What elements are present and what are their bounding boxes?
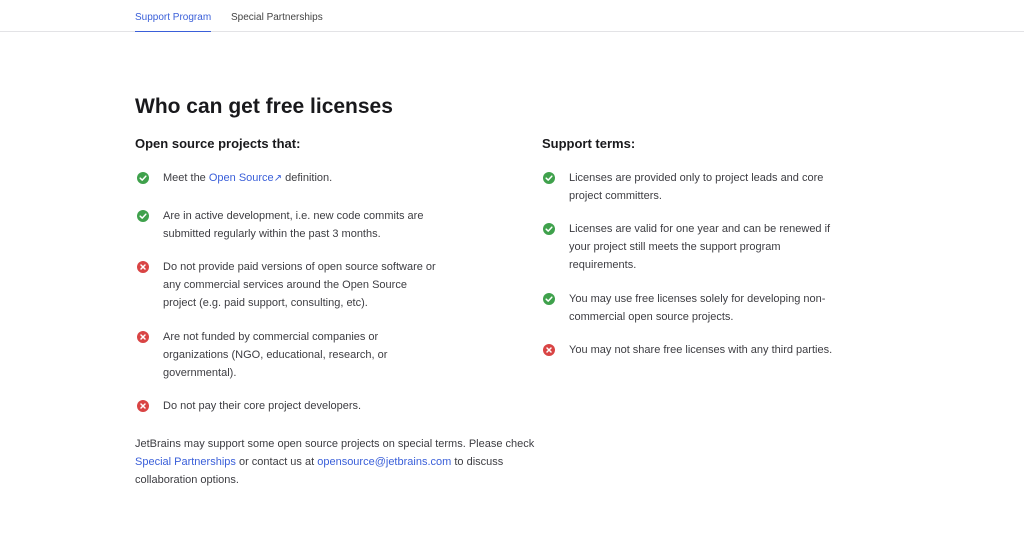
- check-circle-icon: [137, 210, 149, 222]
- list-item-text: Licenses are valid for one year and can …: [569, 223, 831, 271]
- check-circle-icon: [543, 293, 555, 305]
- list-item-text: Are not funded by commercial companies o…: [163, 331, 388, 379]
- email-link[interactable]: opensource@jetbrains.com: [317, 456, 451, 468]
- cross-circle-icon: [137, 261, 149, 273]
- list-item-text: Licenses are provided only to project le…: [569, 172, 824, 202]
- open-source-link[interactable]: Open Source↗: [209, 172, 282, 184]
- special-terms-note: JetBrains may support some open source p…: [135, 438, 535, 486]
- list-item-text: You may use free licenses solely for dev…: [569, 293, 826, 323]
- special-partnerships-link[interactable]: Special Partnerships: [135, 456, 236, 468]
- page-title: Who can get free licenses: [135, 95, 393, 118]
- list-item-text: You may not share free licenses with any…: [569, 344, 833, 356]
- list-item-text: Are in active development, i.e. new code…: [163, 210, 424, 240]
- cross-circle-icon: [137, 400, 149, 412]
- cross-circle-icon: [137, 331, 149, 343]
- external-link-icon: ↗: [273, 173, 283, 184]
- check-circle-icon: [543, 172, 555, 184]
- list-item-text: Do not pay their core project developers…: [163, 400, 362, 412]
- check-circle-icon: [543, 223, 555, 235]
- check-circle-icon: [137, 172, 149, 184]
- tab-special-partnerships[interactable]: Special Partnerships: [231, 11, 323, 25]
- list-item-text: Meet the Open Source↗ definition.: [163, 169, 332, 188]
- list-item-text: Do not provide paid versions of open sou…: [163, 261, 436, 309]
- open-source-heading: Open source projects that:: [135, 136, 301, 151]
- tab-support-program[interactable]: Support Program: [135, 11, 212, 32]
- cross-circle-icon: [543, 344, 555, 356]
- support-terms-heading: Support terms:: [542, 136, 636, 151]
- tab-bar: Support Program Special Partnerships: [0, 0, 1024, 32]
